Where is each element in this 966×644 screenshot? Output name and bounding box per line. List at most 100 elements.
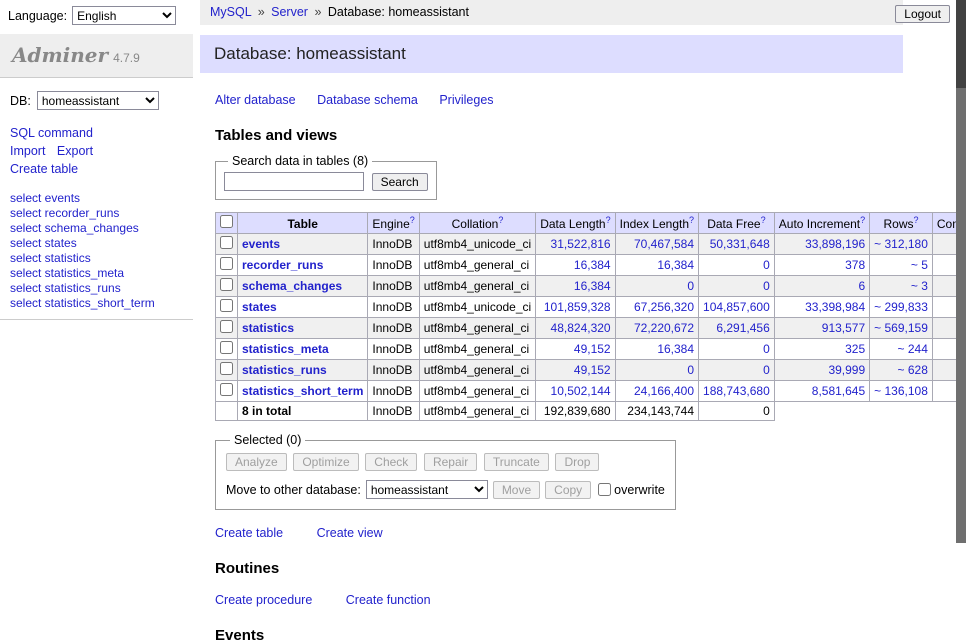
column-header[interactable]: Rows? <box>870 213 933 234</box>
column-header[interactable]: Table <box>238 213 368 234</box>
cell-index-length[interactable]: 67,256,320 <box>615 297 698 318</box>
sidebar-table-link[interactable]: select statistics_runs <box>10 281 183 296</box>
column-header-help-icon[interactable]: ? <box>761 215 766 225</box>
selected-action-button[interactable]: Repair <box>424 453 477 471</box>
column-header-help-icon[interactable]: ? <box>689 215 694 225</box>
cell-data-free[interactable]: 0 <box>699 276 775 297</box>
cell-auto-increment[interactable]: 378 <box>774 255 869 276</box>
db-select[interactable]: homeassistant <box>37 91 159 110</box>
row-checkbox[interactable] <box>220 257 233 270</box>
row-checkbox[interactable] <box>220 278 233 291</box>
sidebar-table-link[interactable]: select statistics <box>10 251 183 266</box>
row-checkbox[interactable] <box>220 236 233 249</box>
sidebar-action-link[interactable]: Import <box>10 142 45 160</box>
cell-data-length[interactable]: 16,384 <box>536 255 615 276</box>
column-header[interactable]: Index Length? <box>615 213 698 234</box>
cell-auto-increment[interactable]: 913,577 <box>774 318 869 339</box>
row-checkbox[interactable] <box>220 299 233 312</box>
routine-link[interactable]: Create procedure <box>215 593 312 607</box>
cell-index-length[interactable]: 72,220,672 <box>615 318 698 339</box>
table-name-link[interactable]: statistics_runs <box>238 360 368 381</box>
sidebar-action-link[interactable]: Create table <box>10 160 78 178</box>
move-button[interactable]: Move <box>493 481 540 499</box>
selected-action-button[interactable]: Check <box>365 453 417 471</box>
cell-auto-increment[interactable]: 33,898,196 <box>774 234 869 255</box>
sidebar-table-link[interactable]: select schema_changes <box>10 221 183 236</box>
row-checkbox[interactable] <box>220 320 233 333</box>
scrollbar-thumb[interactable] <box>956 0 966 88</box>
column-header-help-icon[interactable]: ? <box>498 215 503 225</box>
create-link[interactable]: Create table <box>215 526 283 540</box>
cell-data-free[interactable]: 0 <box>699 255 775 276</box>
column-header-help-icon[interactable]: ? <box>914 215 919 225</box>
sidebar-table-link[interactable]: select events <box>10 191 183 206</box>
cell-data-length[interactable]: 101,859,328 <box>536 297 615 318</box>
cell-data-free[interactable]: 188,743,680 <box>699 381 775 402</box>
cell-data-free[interactable]: 104,857,600 <box>699 297 775 318</box>
logout-button[interactable]: Logout <box>895 5 950 23</box>
column-header[interactable]: Auto Increment? <box>774 213 869 234</box>
table-name-link[interactable]: recorder_runs <box>238 255 368 276</box>
column-header[interactable]: Data Free? <box>699 213 775 234</box>
column-header[interactable]: Engine? <box>368 213 419 234</box>
copy-button[interactable]: Copy <box>545 481 591 499</box>
cell-auto-increment[interactable]: 325 <box>774 339 869 360</box>
db-action-link[interactable]: Alter database <box>215 93 296 107</box>
cell-data-free[interactable]: 0 <box>699 339 775 360</box>
breadcrumb-link-mysql[interactable]: MySQL <box>210 5 251 19</box>
breadcrumb-link-server[interactable]: Server <box>271 5 308 19</box>
cell-rows[interactable]: ~ 312,180 <box>870 234 933 255</box>
vertical-scrollbar[interactable] <box>956 0 966 543</box>
table-name-link[interactable]: events <box>238 234 368 255</box>
sidebar-table-link[interactable]: select states <box>10 236 183 251</box>
cell-index-length[interactable]: 0 <box>615 360 698 381</box>
cell-index-length[interactable]: 16,384 <box>615 255 698 276</box>
cell-rows[interactable]: ~ 299,833 <box>870 297 933 318</box>
cell-data-free[interactable]: 0 <box>699 360 775 381</box>
cell-rows[interactable]: ~ 3 <box>870 276 933 297</box>
cell-rows[interactable]: ~ 5 <box>870 255 933 276</box>
row-checkbox[interactable] <box>220 362 233 375</box>
table-name-link[interactable]: schema_changes <box>238 276 368 297</box>
cell-auto-increment[interactable]: 8,581,645 <box>774 381 869 402</box>
cell-rows[interactable]: ~ 569,159 <box>870 318 933 339</box>
selected-action-button[interactable]: Truncate <box>484 453 549 471</box>
table-name-link[interactable]: statistics_short_term <box>238 381 368 402</box>
cell-rows[interactable]: ~ 628 <box>870 360 933 381</box>
search-input[interactable] <box>224 172 364 191</box>
search-button[interactable]: Search <box>372 173 428 191</box>
cell-data-free[interactable]: 6,291,456 <box>699 318 775 339</box>
cell-data-length[interactable]: 49,152 <box>536 360 615 381</box>
row-checkbox[interactable] <box>220 383 233 396</box>
cell-data-length[interactable]: 48,824,320 <box>536 318 615 339</box>
sidebar-action-link[interactable]: SQL command <box>10 124 93 142</box>
language-select[interactable]: English <box>72 6 176 25</box>
cell-auto-increment[interactable]: 39,999 <box>774 360 869 381</box>
cell-index-length[interactable]: 0 <box>615 276 698 297</box>
column-header-help-icon[interactable]: ? <box>860 215 865 225</box>
table-name-link[interactable]: statistics <box>238 318 368 339</box>
cell-data-length[interactable]: 16,384 <box>536 276 615 297</box>
sidebar-table-link[interactable]: select statistics_short_term <box>10 296 183 311</box>
cell-index-length[interactable]: 16,384 <box>615 339 698 360</box>
row-checkbox[interactable] <box>220 341 233 354</box>
selected-action-button[interactable]: Optimize <box>293 453 358 471</box>
select-all-checkbox[interactable] <box>220 215 233 228</box>
column-header-help-icon[interactable]: ? <box>410 215 415 225</box>
column-header[interactable]: Data Length? <box>536 213 615 234</box>
routine-link[interactable]: Create function <box>346 593 431 607</box>
table-name-link[interactable]: statistics_meta <box>238 339 368 360</box>
selected-action-button[interactable]: Analyze <box>226 453 287 471</box>
sidebar-table-link[interactable]: select statistics_meta <box>10 266 183 281</box>
overwrite-checkbox[interactable] <box>598 483 611 496</box>
sidebar-table-link[interactable]: select recorder_runs <box>10 206 183 221</box>
db-action-link[interactable]: Privileges <box>439 93 493 107</box>
column-header[interactable]: Collation? <box>419 213 535 234</box>
selected-action-button[interactable]: Drop <box>555 453 599 471</box>
create-link[interactable]: Create view <box>317 526 383 540</box>
cell-data-free[interactable]: 50,331,648 <box>699 234 775 255</box>
sidebar-action-link[interactable]: Export <box>57 142 93 160</box>
cell-index-length[interactable]: 70,467,584 <box>615 234 698 255</box>
db-action-link[interactable]: Database schema <box>317 93 418 107</box>
column-header-help-icon[interactable]: ? <box>606 215 611 225</box>
